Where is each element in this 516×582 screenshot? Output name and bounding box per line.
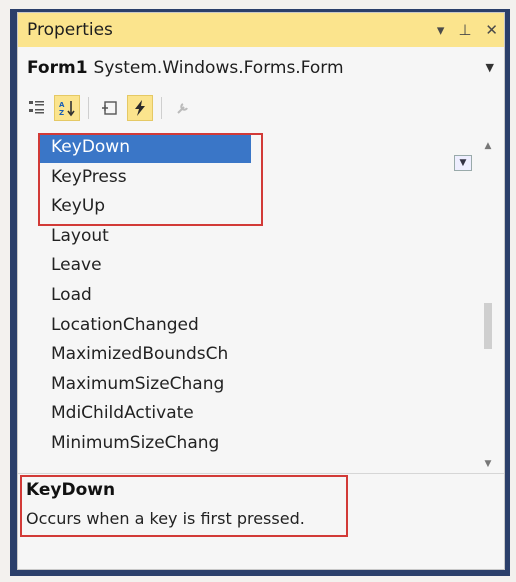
event-item[interactable]: MaximizedBoundsCh — [39, 340, 251, 370]
lightning-icon — [135, 100, 145, 116]
object-selector[interactable]: Form1 System.Windows.Forms.Form ▼ — [18, 47, 504, 88]
event-item[interactable]: MaximumSizeChang — [39, 370, 251, 400]
event-item[interactable]: KeyUp — [39, 192, 251, 222]
event-item[interactable]: KeyDown — [39, 133, 251, 163]
window-position-dropdown-icon[interactable]: ▾ — [437, 22, 445, 38]
toolbar-separator — [161, 97, 162, 119]
object-type: System.Windows.Forms.Form — [93, 57, 344, 78]
svg-text:Z: Z — [59, 109, 64, 117]
alphabetical-button[interactable]: A Z — [54, 95, 80, 121]
chevron-down-icon[interactable]: ▼ — [486, 61, 494, 74]
event-list: KeyDown KeyPress KeyUp Layout Leave Load… — [39, 133, 491, 473]
properties-icon — [102, 101, 117, 115]
svg-text:A: A — [59, 101, 65, 109]
event-item[interactable]: LocationChanged — [39, 311, 251, 341]
event-item[interactable]: Layout — [39, 222, 251, 252]
object-name: Form1 — [27, 57, 88, 78]
description-title: KeyDown — [26, 480, 116, 500]
title-controls: ▾ ⊥ ✕ — [437, 22, 498, 38]
pin-icon[interactable]: ⊥ — [458, 22, 471, 38]
wrench-icon — [177, 103, 188, 114]
categorized-icon — [29, 101, 44, 114]
event-item[interactable]: Leave — [39, 251, 251, 281]
scroll-up-icon[interactable]: ▲ — [481, 139, 495, 153]
event-item[interactable]: Load — [39, 281, 251, 311]
scroll-down-icon[interactable]: ▼ — [481, 457, 495, 471]
event-item[interactable]: MinimumSizeChang — [39, 429, 251, 459]
value-dropdown-button[interactable]: ▼ — [454, 155, 472, 171]
scroll-thumb[interactable] — [484, 303, 492, 349]
properties-button[interactable] — [97, 95, 123, 121]
toolbar-separator — [88, 97, 89, 119]
properties-toolbar: A Z — [18, 88, 504, 128]
events-button[interactable] — [127, 95, 153, 121]
description-pane: KeyDown Occurs when a key is first press… — [18, 473, 504, 569]
description-text: Occurs when a key is first pressed. — [26, 509, 305, 528]
vertical-scrollbar[interactable]: ▲ ▼ — [477, 135, 499, 473]
property-pages-button[interactable] — [170, 95, 196, 121]
event-item[interactable]: KeyPress — [39, 163, 251, 193]
panel-titlebar: Properties ▾ ⊥ ✕ — [18, 13, 504, 48]
close-icon[interactable]: ✕ — [485, 22, 498, 38]
event-item[interactable]: MdiChildActivate — [39, 399, 251, 429]
alphabetical-icon: A Z — [59, 101, 75, 117]
categorized-button[interactable] — [24, 95, 50, 121]
properties-panel: Properties ▾ ⊥ ✕ Form1 System.Windows.Fo… — [17, 12, 505, 570]
panel-title: Properties — [27, 20, 113, 40]
